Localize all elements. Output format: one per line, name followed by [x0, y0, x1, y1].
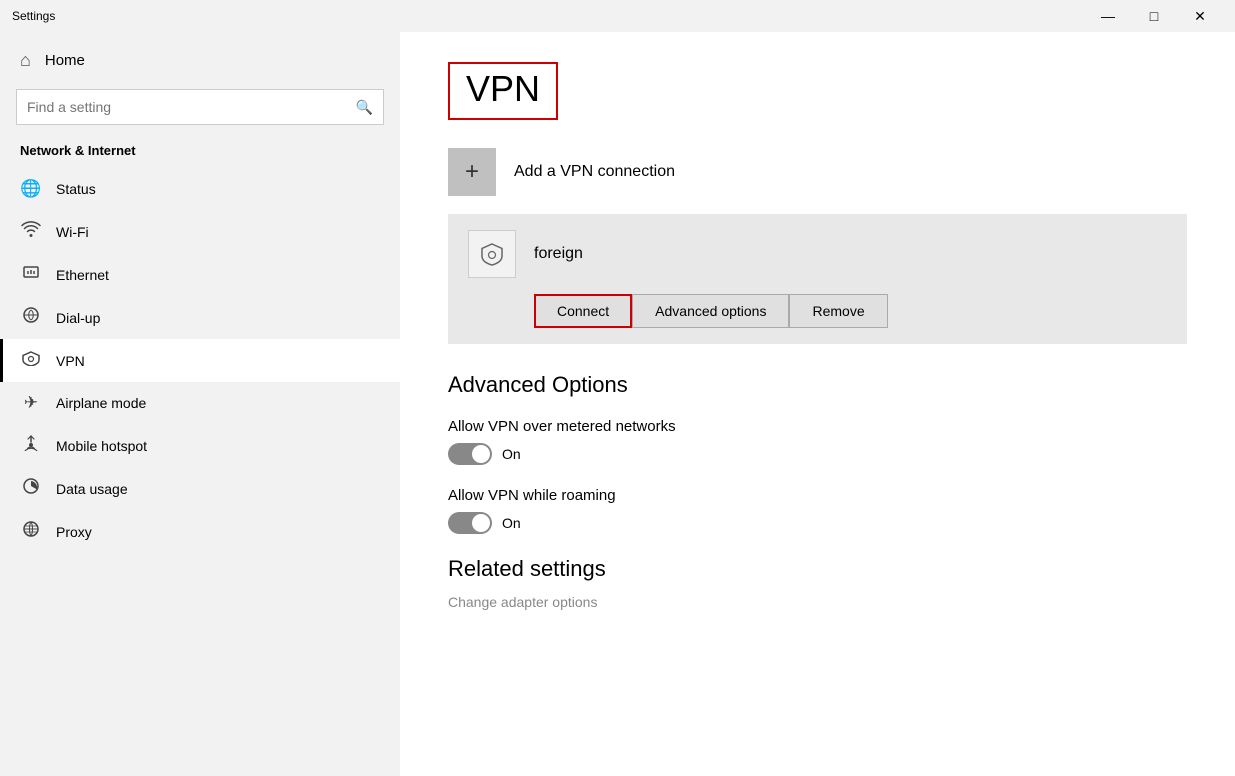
page-title-box: VPN [448, 62, 558, 120]
plus-icon: + [465, 158, 479, 186]
sidebar-item-status[interactable]: 🌐 Status [0, 168, 400, 210]
sidebar-item-label-status: Status [56, 181, 96, 197]
sidebar-item-ethernet[interactable]: Ethernet [0, 253, 400, 296]
advanced-options-button[interactable]: Advanced options [632, 294, 789, 328]
vpn-icon [20, 350, 42, 371]
window-controls: — □ ✕ [1085, 0, 1223, 32]
sidebar-item-data-usage[interactable]: Data usage [0, 467, 400, 510]
titlebar: Settings — □ ✕ [0, 0, 1235, 32]
vpn-connection-row: foreign [468, 230, 1167, 294]
wifi-icon [20, 221, 42, 242]
sidebar-item-vpn[interactable]: VPN [0, 339, 400, 382]
app-title: Settings [12, 9, 55, 23]
sidebar-item-label-dialup: Dial-up [56, 310, 100, 326]
sidebar-section-label: Network & Internet [0, 139, 400, 168]
search-icon: 🔍 [356, 99, 373, 116]
app-container: ⌂ Home 🔍 Network & Internet 🌐 Status Wi-… [0, 32, 1235, 776]
page-title: VPN [466, 68, 540, 110]
vpn-buttons: Connect Advanced options Remove [468, 294, 1167, 344]
vpn-connection-icon [468, 230, 516, 278]
ethernet-icon [20, 264, 42, 285]
connect-button[interactable]: Connect [534, 294, 632, 328]
sidebar-item-label-proxy: Proxy [56, 524, 92, 540]
sidebar-item-dialup[interactable]: Dial-up [0, 296, 400, 339]
toggle2-row: On [448, 512, 1187, 534]
sidebar-item-label-hotspot: Mobile hotspot [56, 438, 147, 454]
sidebar-item-hotspot[interactable]: Mobile hotspot [0, 424, 400, 467]
sidebar-item-airplane[interactable]: ✈ Airplane mode [0, 382, 400, 424]
change-adapter-link[interactable]: Change adapter options [448, 594, 597, 610]
hotspot-icon [20, 435, 42, 456]
sidebar-item-label-data-usage: Data usage [56, 481, 128, 497]
minimize-button[interactable]: — [1085, 0, 1131, 32]
toggle-group-metered: Allow VPN over metered networks On [448, 418, 1187, 465]
sidebar-item-home[interactable]: ⌂ Home [0, 32, 400, 85]
search-box: 🔍 [16, 89, 384, 125]
home-icon: ⌂ [20, 50, 31, 71]
sidebar: ⌂ Home 🔍 Network & Internet 🌐 Status Wi-… [0, 32, 400, 776]
toggle1-row: On [448, 443, 1187, 465]
close-button[interactable]: ✕ [1177, 0, 1223, 32]
remove-button[interactable]: Remove [789, 294, 887, 328]
status-icon: 🌐 [20, 179, 42, 199]
toggle2-knob [472, 514, 490, 532]
toggle2-label: Allow VPN while roaming [448, 487, 1187, 504]
data-usage-icon [20, 478, 42, 499]
maximize-button[interactable]: □ [1131, 0, 1177, 32]
sidebar-item-label-airplane: Airplane mode [56, 395, 146, 411]
airplane-icon: ✈ [20, 393, 42, 413]
related-settings: Related settings Change adapter options [448, 556, 1187, 612]
advanced-options-section: Advanced Options Allow VPN over metered … [448, 372, 1187, 534]
sidebar-item-wifi[interactable]: Wi-Fi [0, 210, 400, 253]
toggle1-state: On [502, 446, 521, 462]
toggle1-switch[interactable] [448, 443, 492, 465]
sidebar-item-label-vpn: VPN [56, 353, 85, 369]
dialup-icon [20, 307, 42, 328]
main-content: VPN + Add a VPN connection foreign Co [400, 32, 1235, 776]
add-vpn-icon-box: + [448, 148, 496, 196]
sidebar-item-proxy[interactable]: Proxy [0, 510, 400, 553]
home-label: Home [45, 52, 85, 69]
toggle-group-roaming: Allow VPN while roaming On [448, 487, 1187, 534]
toggle1-label: Allow VPN over metered networks [448, 418, 1187, 435]
add-vpn-row[interactable]: + Add a VPN connection [448, 148, 1187, 196]
add-vpn-label: Add a VPN connection [514, 163, 675, 181]
vpn-connection-name: foreign [534, 245, 583, 263]
toggle2-state: On [502, 515, 521, 531]
advanced-options-title: Advanced Options [448, 372, 1187, 398]
toggle2-switch[interactable] [448, 512, 492, 534]
search-input[interactable] [27, 99, 356, 115]
proxy-icon [20, 521, 42, 542]
toggle1-knob [472, 445, 490, 463]
vpn-connection-panel: foreign Connect Advanced options Remove [448, 214, 1187, 344]
sidebar-item-label-ethernet: Ethernet [56, 267, 109, 283]
sidebar-item-label-wifi: Wi-Fi [56, 224, 89, 240]
related-settings-title: Related settings [448, 556, 1187, 582]
